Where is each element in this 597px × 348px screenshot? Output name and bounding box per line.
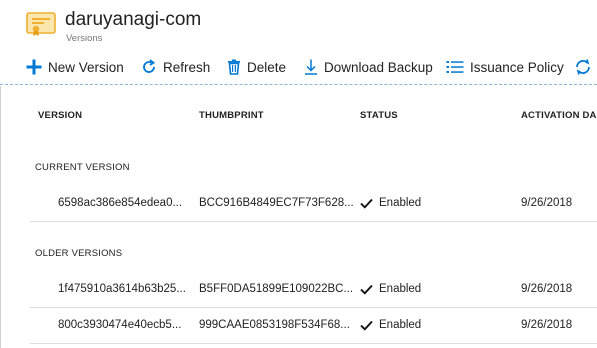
- sync-button[interactable]: [574, 57, 592, 77]
- section-current-version: CURRENT VERSION: [35, 162, 130, 173]
- thumbprint-cell: 999CAAE0853198F534F68...: [199, 319, 350, 331]
- row-divider: [30, 343, 597, 344]
- column-header-thumbprint[interactable]: THUMBPRINT: [199, 110, 264, 121]
- download-icon: [305, 59, 317, 75]
- checkmark-icon: [360, 320, 373, 331]
- checkmark-icon: [360, 284, 373, 295]
- checkmark-icon: [360, 198, 373, 209]
- plus-icon: [26, 59, 42, 75]
- activation-date-cell: 9/26/2018: [521, 283, 573, 295]
- certificate-icon: [26, 12, 56, 36]
- table-row[interactable]: 6598ac386e854edea0... BCC916B4849EC7F73F…: [30, 186, 597, 222]
- status-text: Enabled: [379, 283, 422, 295]
- status-cell: Enabled: [360, 197, 421, 209]
- command-bar: New Version Refresh Delete Download Back…: [0, 48, 597, 85]
- column-header-version[interactable]: VERSION: [38, 110, 82, 121]
- page-subtitle: Versions: [66, 33, 103, 44]
- new-version-label: New Version: [48, 59, 124, 75]
- activation-date-cell: 9/26/2018: [521, 197, 573, 209]
- download-backup-button[interactable]: Download Backup: [304, 57, 433, 77]
- activation-date-cell: 9/26/2018: [521, 319, 573, 331]
- content-left-border: [0, 86, 1, 348]
- version-cell: 6598ac386e854edea0...: [58, 197, 183, 209]
- section-older-versions: OLDER VERSIONS: [35, 248, 123, 259]
- thumbprint-cell: B5FF0DA51899E109022BC...: [199, 283, 354, 295]
- download-backup-label: Download Backup: [324, 59, 433, 75]
- trash-icon: [228, 59, 240, 75]
- refresh-label: Refresh: [163, 59, 211, 75]
- blade-header: daruyanagi-com Versions: [0, 0, 597, 48]
- status-cell: Enabled: [360, 283, 421, 295]
- list-icon: [446, 61, 464, 73]
- delete-label: Delete: [247, 59, 287, 75]
- new-version-button[interactable]: New Version: [26, 57, 124, 77]
- thumbprint-cell: BCC916B4849EC7F73F628...: [199, 197, 354, 209]
- status-text: Enabled: [379, 319, 422, 331]
- version-cell: 1f475910a3614b63b25...: [58, 283, 186, 295]
- table-row[interactable]: 1f475910a3614b63b25... B5FF0DA51899E1090…: [30, 272, 597, 308]
- column-header-status[interactable]: STATUS: [360, 110, 398, 121]
- delete-button[interactable]: Delete: [227, 57, 286, 77]
- version-cell: 800c3930474e40ecb5...: [58, 319, 182, 331]
- sync-icon: [576, 59, 590, 75]
- refresh-button[interactable]: Refresh: [141, 57, 210, 77]
- table-row[interactable]: 800c3930474e40ecb5... 999CAAE0853198F534…: [30, 308, 597, 344]
- status-text: Enabled: [379, 197, 422, 209]
- column-header-activation-date[interactable]: ACTIVATION DA: [521, 110, 597, 121]
- status-cell: Enabled: [360, 319, 421, 331]
- issuance-policy-button[interactable]: Issuance Policy: [446, 57, 564, 77]
- page-title: daruyanagi-com: [65, 9, 202, 30]
- issuance-policy-label: Issuance Policy: [470, 59, 564, 75]
- refresh-icon: [143, 59, 156, 73]
